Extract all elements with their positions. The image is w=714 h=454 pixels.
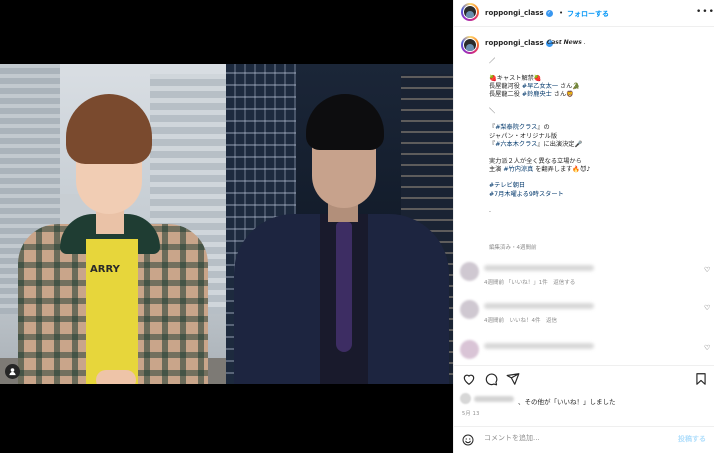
- tagged-user-icon[interactable]: [5, 364, 20, 379]
- comment-like-icon[interactable]: ♡: [704, 344, 710, 352]
- comment-like-icon[interactable]: ♡: [704, 304, 710, 312]
- caption-username-text: roppongi_class: [485, 39, 544, 47]
- comment-meta[interactable]: 4週間前 いいね！4件 返信: [484, 316, 557, 324]
- likes-summary: 、その他が「いいね！」しました: [460, 393, 710, 407]
- photo-actor-right: [226, 64, 453, 384]
- hand: [96, 370, 136, 384]
- shirt-print: ARRY: [90, 264, 120, 275]
- commenter-avatar[interactable]: [460, 340, 479, 359]
- hashtag-link[interactable]: #テレビ朝日: [489, 182, 525, 189]
- caption-text-segment: 主演: [489, 165, 504, 173]
- hashtag-link[interactable]: #鈴鹿央士: [522, 91, 552, 98]
- save-bookmark-icon[interactable]: [694, 372, 708, 386]
- comment-text-blurred: [484, 265, 594, 271]
- hashtag-link[interactable]: #梨泰院クラス: [495, 124, 537, 131]
- likes-text[interactable]: 、その他が「いいね！」しました: [518, 396, 616, 406]
- caption-text-segment: 』に出演決定🎤: [537, 140, 583, 148]
- photo-actor-left: ARRY: [0, 64, 226, 384]
- caption-text-segment: 長屋龍二役: [489, 91, 522, 99]
- instagram-post: ARRY roppongi_class ✓ • フォローする ••• roppo…: [0, 0, 714, 453]
- caption-line: .: [489, 207, 491, 215]
- caption-line: #テレビ朝日: [489, 182, 709, 190]
- comment-meta[interactable]: 4週間前 「いいね！」1件 返信する: [484, 278, 575, 286]
- caption-line: 🍓キャスト解禁🍓: [489, 74, 542, 82]
- follow-button[interactable]: フォローする: [567, 9, 609, 19]
- caption-line: [489, 99, 709, 107]
- caption-text: ／ 🍓キャスト解禁🍓 長屋龍河役 #早乙女太一 さん🐊 長屋龍二役 #鈴鹿央士 さん🦁…: [489, 58, 709, 216]
- hashtag-link[interactable]: #六本木クラス: [495, 141, 537, 148]
- post-panel: roppongi_class ✓ • フォローする ••• roppongi_cl…: [453, 0, 714, 453]
- emoji-icon[interactable]: [462, 434, 474, 446]
- caption-line: 長屋龍河役 #早乙女太一 さん🐊: [489, 83, 709, 91]
- liker-name-blurred[interactable]: [474, 396, 514, 402]
- more-options-icon[interactable]: •••: [696, 7, 714, 17]
- caption-tag: . 𝘾𝙖𝙨𝙩 𝙉𝙚𝙬𝙨 .: [543, 39, 586, 46]
- caption-line: ＼: [489, 107, 496, 115]
- hair: [306, 94, 384, 150]
- share-icon[interactable]: [506, 372, 520, 386]
- caption-line: 『#六本木クラス』に出演決定🎤: [489, 141, 709, 149]
- comment-input[interactable]: [484, 434, 664, 442]
- comment-text-blurred: [484, 303, 594, 309]
- heart-icon[interactable]: [462, 372, 476, 386]
- hashtag-link[interactable]: #早乙女太一: [522, 83, 558, 90]
- caption-line: 長屋龍二役 #鈴鹿央士 さん🦁: [489, 91, 709, 99]
- comment-item: 4週間前 「いいね！」1件 返信する ♡: [460, 262, 710, 292]
- header-username[interactable]: roppongi_class ✓: [485, 9, 553, 17]
- action-bar: [454, 365, 714, 394]
- hashtag-link[interactable]: #竹内涼真: [503, 166, 533, 173]
- add-comment-bar: 投稿する: [454, 426, 714, 454]
- caption-line: 主演 #竹内涼真 を翻弄します🔥😈♪: [489, 166, 709, 174]
- separator-dot: •: [559, 9, 564, 17]
- post-date: 5月 13: [462, 411, 480, 417]
- caption-line: 『#梨泰院クラス』の: [489, 124, 709, 132]
- commenter-avatar[interactable]: [460, 262, 479, 281]
- caption-line: 実力派２人が全く異なる立場から: [489, 157, 582, 165]
- purple-tie: [336, 222, 352, 352]
- caption-text-segment: 』の: [537, 124, 550, 132]
- caption-line: [489, 199, 709, 207]
- caption-text-segment: を翻弄します🔥😈♪: [533, 165, 591, 173]
- verified-badge-icon: ✓: [545, 9, 553, 17]
- caption-meta: 編集済み・4週間前: [489, 245, 537, 251]
- caption-line: [489, 149, 709, 157]
- hair: [66, 94, 152, 164]
- post-comment-button[interactable]: 投稿する: [678, 434, 706, 444]
- caption-text-segment: さん🦁: [551, 91, 574, 99]
- caption-line: #7月木曜よる9時スタート: [489, 191, 709, 199]
- commenter-avatar[interactable]: [460, 300, 479, 319]
- post-header: roppongi_class ✓ • フォローする •••: [454, 0, 714, 27]
- comment-text-blurred: [484, 343, 594, 349]
- hashtag-link[interactable]: #7月木曜よる9時スタート: [489, 191, 564, 198]
- liker-avatar[interactable]: [460, 393, 471, 404]
- caption-line: ／: [489, 58, 496, 65]
- comment-like-icon[interactable]: ♡: [704, 266, 710, 274]
- caption-text-segment: 長屋龍河役: [489, 82, 522, 90]
- yellow-shirt: [86, 239, 138, 384]
- header-username-text: roppongi_class: [485, 9, 544, 17]
- caption-avatar[interactable]: [461, 36, 479, 54]
- caption-text-segment: さん🐊: [558, 82, 581, 90]
- avatar[interactable]: [461, 3, 479, 21]
- comment-icon[interactable]: [484, 372, 498, 386]
- comment-item: 4週間前 いいね！4件 返信 ♡: [460, 300, 710, 330]
- caption-line: [489, 66, 709, 74]
- post-media[interactable]: ARRY: [0, 0, 453, 453]
- caption-line: ジャパン・オリジナル版: [489, 132, 558, 140]
